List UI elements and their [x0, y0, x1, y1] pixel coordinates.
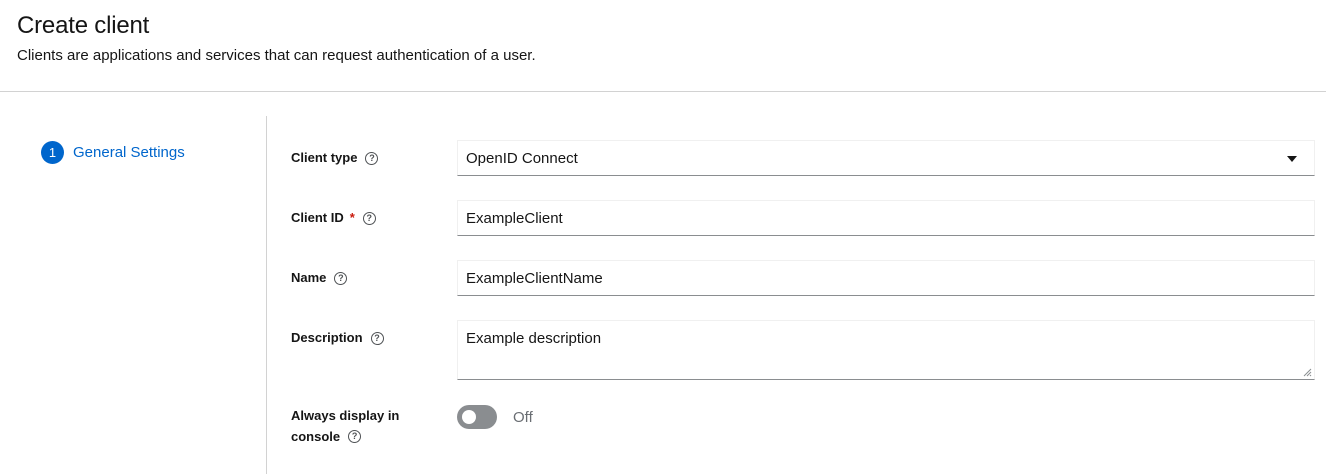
client-type-select[interactable]: OpenID Connect — [457, 140, 1315, 176]
description-label-text: Description — [291, 330, 363, 345]
caret-down-icon — [1287, 156, 1297, 162]
page-subtitle: Clients are applications and services th… — [17, 47, 536, 64]
page-header: Create client Clients are applications a… — [0, 0, 1326, 92]
wizard-body: 1 General Settings Client type ? OpenID … — [0, 92, 1326, 474]
toggle-state-text: Off — [513, 408, 533, 426]
client-id-value: ExampleClient — [466, 209, 563, 227]
help-circle-icon[interactable]: ? — [334, 271, 348, 285]
client-id-input[interactable]: ExampleClient — [457, 200, 1315, 236]
wizard-step-general-settings[interactable]: 1 General Settings — [41, 141, 185, 164]
help-circle-icon[interactable]: ? — [365, 151, 379, 165]
description-value: Example description — [466, 330, 602, 347]
description-label: Description ? — [291, 328, 384, 348]
description-textarea[interactable]: Example description — [457, 320, 1315, 380]
always-display-toggle[interactable] — [457, 405, 497, 429]
page-title: Create client — [17, 12, 150, 39]
help-circle-icon[interactable]: ? — [348, 430, 362, 443]
resize-grip-icon[interactable] — [1303, 368, 1312, 377]
step-label: General Settings — [73, 144, 185, 161]
help-circle-icon[interactable]: ? — [362, 211, 376, 225]
always-display-label-line2-wrap: console ? — [291, 426, 399, 447]
always-display-label-line1: Always display in — [291, 408, 400, 423]
name-value: ExampleClientName — [466, 269, 603, 287]
name-label-text: Name — [291, 270, 327, 285]
name-label: Name ? — [291, 268, 348, 288]
step-number-badge: 1 — [41, 141, 64, 164]
client-id-label: Client ID * ? — [291, 208, 376, 228]
always-display-label: Always display in console ? — [291, 405, 399, 447]
client-type-label-text: Client type — [291, 150, 358, 165]
required-marker: * — [349, 210, 355, 225]
always-display-label-line2: console — [291, 429, 341, 444]
nav-divider — [266, 116, 267, 474]
wizard-nav: 1 General Settings — [0, 92, 266, 474]
client-type-label: Client type ? — [291, 148, 379, 168]
toggle-knob — [462, 410, 476, 424]
always-display-toggle-wrap[interactable]: Off — [457, 405, 533, 429]
client-id-label-text: Client ID — [291, 210, 344, 225]
client-type-selected-value: OpenID Connect — [466, 149, 578, 167]
name-input[interactable]: ExampleClientName — [457, 260, 1315, 296]
help-circle-icon[interactable]: ? — [370, 331, 384, 345]
